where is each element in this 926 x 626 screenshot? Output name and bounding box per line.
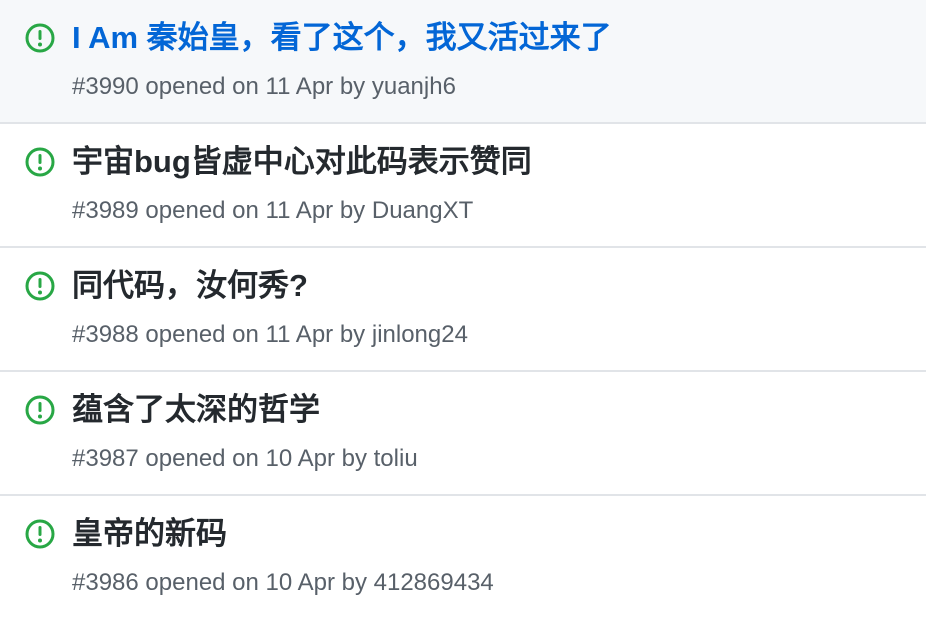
issue-opened-icon (25, 23, 55, 53)
issue-number: #3989 (72, 197, 139, 224)
issue-meta: #3987 opened on 10 Apr by toliu (72, 442, 418, 476)
issue-author-link[interactable]: toliu (374, 445, 418, 472)
issue-by-text: by (339, 321, 366, 348)
issue-author-link[interactable]: DuangXT (372, 197, 473, 224)
issue-date: 11 Apr (265, 321, 334, 348)
issue-author-link[interactable]: yuanjh6 (372, 73, 456, 100)
issue-number: #3987 (72, 445, 139, 472)
issue-list: I Am 秦始皇，看了这个，我又活过来了 #3990 opened on 11 … (0, 0, 926, 626)
issue-row[interactable]: 蕴含了太深的哲学 #3987 opened on 10 Apr by toliu (0, 372, 926, 496)
issue-row[interactable]: 宇宙bug皆虚中心对此码表示赞同 #3989 opened on 11 Apr … (0, 124, 926, 248)
issue-meta: #3989 opened on 11 Apr by DuangXT (72, 194, 473, 228)
issue-row[interactable]: I Am 秦始皇，看了这个，我又活过来了 #3990 opened on 11 … (0, 0, 926, 124)
issue-opened-text: opened on (145, 197, 259, 224)
issue-number: #3988 (72, 321, 139, 348)
issue-title-link[interactable]: 皇帝的新码 (72, 514, 227, 554)
issue-row[interactable]: 皇帝的新码 #3986 opened on 10 Apr by 41286943… (0, 496, 926, 624)
issue-opened-icon (25, 271, 55, 301)
issue-by-text: by (341, 569, 367, 596)
issue-meta: #3988 opened on 11 Apr by jinlong24 (72, 318, 468, 352)
issue-date: 11 Apr (265, 197, 334, 224)
issue-by-text: by (339, 73, 366, 100)
issue-opened-text: opened on (145, 321, 259, 348)
issue-opened-text: opened on (145, 569, 259, 596)
issue-opened-text: opened on (145, 445, 259, 472)
issue-author-link[interactable]: jinlong24 (372, 321, 468, 348)
issue-number: #3986 (72, 569, 139, 596)
issue-by-text: by (339, 197, 366, 224)
issue-row[interactable]: 同代码，汝何秀? #3988 opened on 11 Apr by jinlo… (0, 248, 926, 372)
issue-by-text: by (341, 445, 367, 472)
issue-meta: #3986 opened on 10 Apr by 412869434 (72, 566, 494, 600)
issue-author-link[interactable]: 412869434 (374, 569, 494, 596)
issue-opened-icon (25, 147, 55, 177)
issue-number: #3990 (72, 73, 139, 100)
issue-date: 10 Apr (265, 445, 335, 472)
issue-title-link[interactable]: 同代码，汝何秀? (72, 266, 308, 306)
issue-opened-icon (25, 395, 55, 425)
issue-date: 11 Apr (265, 73, 334, 100)
issue-date: 10 Apr (265, 569, 335, 596)
issue-title-link[interactable]: 蕴含了太深的哲学 (72, 390, 320, 430)
issue-opened-icon (25, 519, 55, 549)
issue-title-link[interactable]: 宇宙bug皆虚中心对此码表示赞同 (72, 142, 532, 182)
issue-opened-text: opened on (145, 73, 259, 100)
issue-title-link[interactable]: I Am 秦始皇，看了这个，我又活过来了 (72, 18, 612, 58)
issue-meta: #3990 opened on 11 Apr by yuanjh6 (72, 70, 456, 104)
